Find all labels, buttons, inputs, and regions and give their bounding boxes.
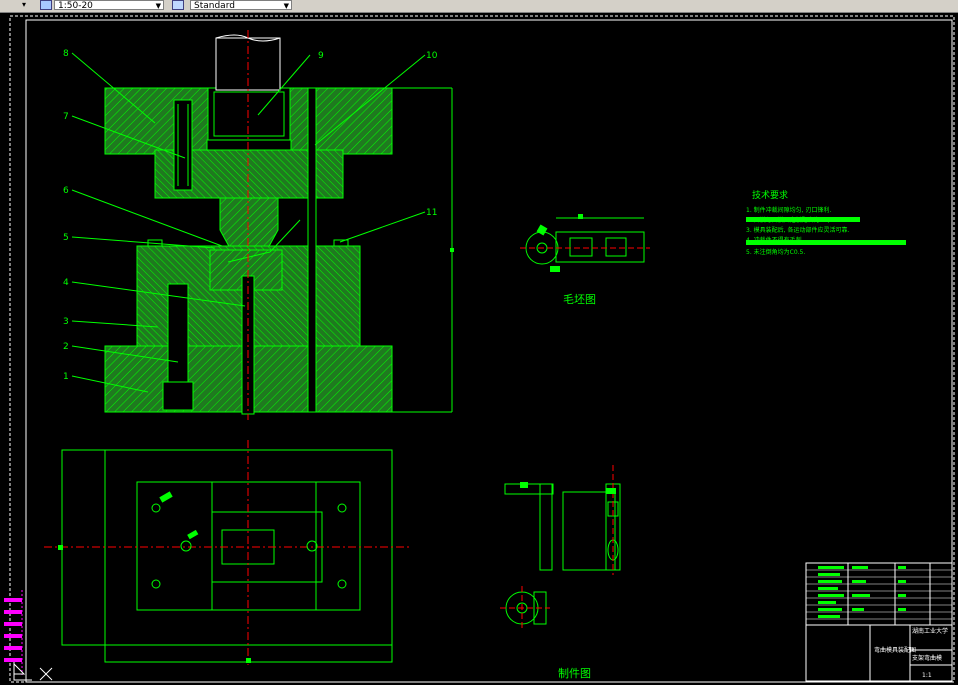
part-label-3: 3 bbox=[63, 317, 69, 327]
tech-notes-title: 技术要求 bbox=[752, 189, 788, 201]
part-label-9: 9 bbox=[318, 51, 324, 61]
title-block: 弯曲模具装配图 湖南工业大学 支架弯曲模 1:1 bbox=[805, 562, 953, 682]
part-label-1: 1 bbox=[63, 372, 69, 382]
tech-notes: 技术要求 1. 制件冲裁间隙均匀, 刃口锋利. 2. 凸模与凸模固定板配合为H7… bbox=[746, 189, 906, 256]
part-label-8: 8 bbox=[63, 49, 69, 59]
caption-blank: 毛坯图 bbox=[563, 293, 596, 306]
part-drawing bbox=[500, 465, 621, 630]
title-scale: 1:1 bbox=[922, 672, 932, 679]
title-school: 湖南工业大学 bbox=[912, 627, 948, 635]
tech-note-3: 3. 模具装配后, 各运动部件应灵活可靠. bbox=[746, 226, 849, 234]
plan-view bbox=[44, 440, 410, 665]
ucs-icon bbox=[13, 662, 53, 681]
part-label-5: 5 bbox=[63, 233, 69, 243]
caption-part: 制件图 bbox=[558, 667, 591, 680]
part-label-2: 2 bbox=[63, 342, 69, 352]
part-label-11: 11 bbox=[426, 208, 437, 218]
layer-marks bbox=[4, 590, 23, 675]
assembly-section-view bbox=[104, 30, 454, 420]
tech-note-1: 1. 制件冲裁间隙均匀, 刃口锋利. bbox=[746, 206, 831, 214]
part-label-4: 4 bbox=[63, 278, 69, 288]
blank-drawing bbox=[520, 214, 650, 272]
part-label-6: 6 bbox=[63, 186, 69, 196]
title-drawing-name: 弯曲模具装配图 bbox=[874, 646, 916, 654]
tech-note-5: 5. 未注倒角均为C0.5. bbox=[746, 248, 805, 256]
part-label-7: 7 bbox=[63, 112, 69, 122]
drawing-canvas[interactable]: 8 7 6 5 4 3 2 1 9 10 11 毛坯图 制件图 技术要求 1. … bbox=[0, 0, 958, 685]
part-label-10: 10 bbox=[426, 51, 438, 61]
title-product: 支架弯曲模 bbox=[912, 654, 942, 662]
